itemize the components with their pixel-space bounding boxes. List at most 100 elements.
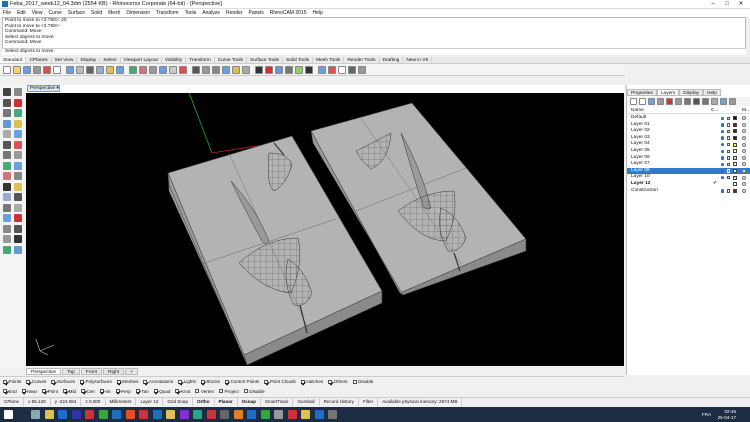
layer-material-icon[interactable] — [742, 188, 746, 193]
taskbar-app-icon[interactable] — [193, 410, 202, 419]
checkbox-icon[interactable] — [3, 379, 7, 384]
taskbar-app-icon[interactable] — [58, 410, 67, 419]
menu-panels[interactable]: Panels — [246, 9, 267, 17]
toolbar-tool-icon[interactable] — [338, 66, 346, 74]
taskbar-app-icon[interactable] — [152, 410, 162, 419]
taskbar-app-icon[interactable] — [287, 410, 297, 419]
left-tool-icon[interactable] — [3, 224, 11, 233]
col-m[interactable]: M... — [742, 108, 750, 113]
layer-name[interactable]: Layer 12 — [631, 181, 650, 188]
toolbar-tool-icon[interactable] — [159, 66, 167, 74]
menu-solid[interactable]: Solid — [88, 9, 105, 17]
toolbar-tab-standard[interactable]: Standard — [0, 57, 27, 63]
layer-tool-icon[interactable] — [639, 98, 646, 105]
ortho-toggle[interactable]: Ortho — [193, 398, 215, 406]
viewport-tab-right[interactable]: Right — [103, 368, 125, 375]
taskbar-app-icon[interactable] — [31, 410, 40, 419]
checkbox-icon[interactable] — [175, 389, 180, 393]
osnap-perp[interactable]: Perp — [115, 389, 131, 394]
panel-tab-layers[interactable]: Layers — [656, 89, 680, 96]
command-prompt-input[interactable]: Select objects to move: — [2, 48, 746, 55]
col-c[interactable]: C... — [711, 108, 718, 113]
filter-meshes[interactable]: Meshes — [116, 379, 138, 384]
close-button[interactable]: ✕ — [734, 0, 748, 9]
left-tool-icon[interactable] — [14, 193, 22, 201]
filter-points[interactable]: Points — [3, 379, 21, 384]
taskbar-app-icon[interactable] — [98, 410, 108, 419]
checkbox-icon[interactable] — [115, 389, 120, 393]
toolbar-tab-curve-tools[interactable]: Curve Tools — [215, 57, 248, 63]
toolbar-tool-icon[interactable] — [265, 66, 273, 74]
layer-visibility-icon[interactable] — [721, 162, 724, 167]
toolbar-tool-icon[interactable] — [285, 66, 293, 74]
menu-edit[interactable]: Edit — [14, 9, 29, 17]
osnap-knot[interactable]: Knot — [175, 389, 190, 394]
layer-tool-icon[interactable] — [711, 98, 718, 105]
left-tool-icon[interactable] — [14, 151, 22, 159]
toolbar-tab-render-tools[interactable]: Render Tools — [344, 57, 380, 63]
toolbar-tool-icon[interactable] — [275, 66, 283, 74]
layer-material-icon[interactable] — [742, 142, 746, 147]
taskbar-app-icon[interactable] — [247, 410, 256, 419]
menu-transform[interactable]: Transform — [153, 9, 182, 17]
viewport-tab-top[interactable]: Top — [62, 368, 80, 375]
layer-name[interactable]: Layer 04 — [631, 141, 650, 148]
toolbar-tool-icon[interactable] — [192, 66, 200, 74]
left-tool-icon[interactable] — [3, 130, 11, 138]
checkbox-icon[interactable] — [81, 389, 86, 393]
osnap-vertex[interactable]: Vertex — [195, 389, 214, 394]
layer-name[interactable]: Layer 02 — [631, 128, 650, 135]
layer-lock-icon[interactable] — [727, 162, 730, 167]
status-units[interactable]: Millimeters — [106, 398, 137, 406]
menu-view[interactable]: View — [29, 9, 46, 17]
osnap-toggle[interactable]: Osnap — [238, 398, 261, 406]
menu-mesh[interactable]: Mesh — [105, 9, 123, 17]
left-tool-icon[interactable] — [14, 172, 22, 180]
viewport-tab-perspective[interactable]: Perspective — [26, 368, 62, 375]
menu-dimension[interactable]: Dimension — [123, 9, 153, 17]
left-tool-icon[interactable] — [14, 161, 22, 170]
layer-visibility-icon[interactable] — [721, 149, 724, 153]
taskbar-app-icon[interactable] — [274, 410, 283, 419]
layer-tool-icon[interactable] — [675, 98, 682, 105]
checkbox-icon[interactable] — [195, 389, 200, 393]
viewport-tab-front[interactable]: Front — [80, 368, 102, 375]
layer-color-swatch[interactable] — [733, 142, 737, 147]
toolbar-tab-mesh-tools[interactable]: Mesh Tools — [313, 57, 345, 63]
toolbar-tool-icon[interactable] — [53, 66, 61, 74]
input-language[interactable]: FRA — [702, 412, 711, 417]
checkbox-icon[interactable] — [143, 379, 148, 384]
menu-help[interactable]: Help — [309, 9, 325, 17]
layer-color-swatch[interactable] — [733, 162, 737, 167]
layer-lock-icon[interactable] — [727, 156, 730, 160]
taskbar-app-icon[interactable] — [17, 410, 27, 419]
toolbar-tool-icon[interactable] — [106, 66, 114, 74]
layer-color-swatch[interactable] — [733, 129, 737, 134]
layer-visibility-icon[interactable] — [721, 129, 724, 134]
filter-lights[interactable]: Lights — [178, 379, 196, 384]
osnap-end[interactable]: End — [3, 389, 17, 394]
checkbox-icon[interactable] — [135, 389, 140, 393]
layer-name[interactable]: Construction — [631, 188, 658, 195]
toolbar-tab-display[interactable]: Display — [77, 57, 101, 63]
layer-lock-icon[interactable] — [727, 116, 730, 120]
checkbox-icon[interactable] — [224, 379, 229, 384]
toolbar-tab-new-in-v5[interactable]: New in V5 — [403, 57, 433, 63]
left-tool-icon[interactable] — [3, 245, 11, 254]
toolbar-tool-icon[interactable] — [202, 66, 210, 74]
taskbar-app-icon[interactable] — [328, 410, 337, 419]
filter-annotations[interactable]: Annotations — [143, 379, 173, 384]
taskbar-app-icon[interactable] — [125, 410, 135, 419]
left-tool-icon[interactable] — [14, 109, 22, 117]
add-viewport-tab-button[interactable]: + — [125, 368, 139, 375]
osnap-tan[interactable]: Tan — [135, 389, 149, 394]
osnap-project[interactable]: Project — [218, 389, 239, 394]
record-history-toggle[interactable]: Record History — [320, 398, 359, 406]
maximize-button[interactable]: □ — [720, 0, 734, 9]
filter-others[interactable]: Others — [328, 379, 348, 384]
left-tool-icon[interactable] — [14, 98, 22, 107]
smarttrack-toggle[interactable]: SmartTrack — [261, 398, 294, 406]
layer-tool-icon[interactable] — [657, 98, 664, 105]
taskbar-app-icon[interactable] — [260, 410, 270, 419]
layer-tool-icon[interactable] — [729, 98, 736, 105]
